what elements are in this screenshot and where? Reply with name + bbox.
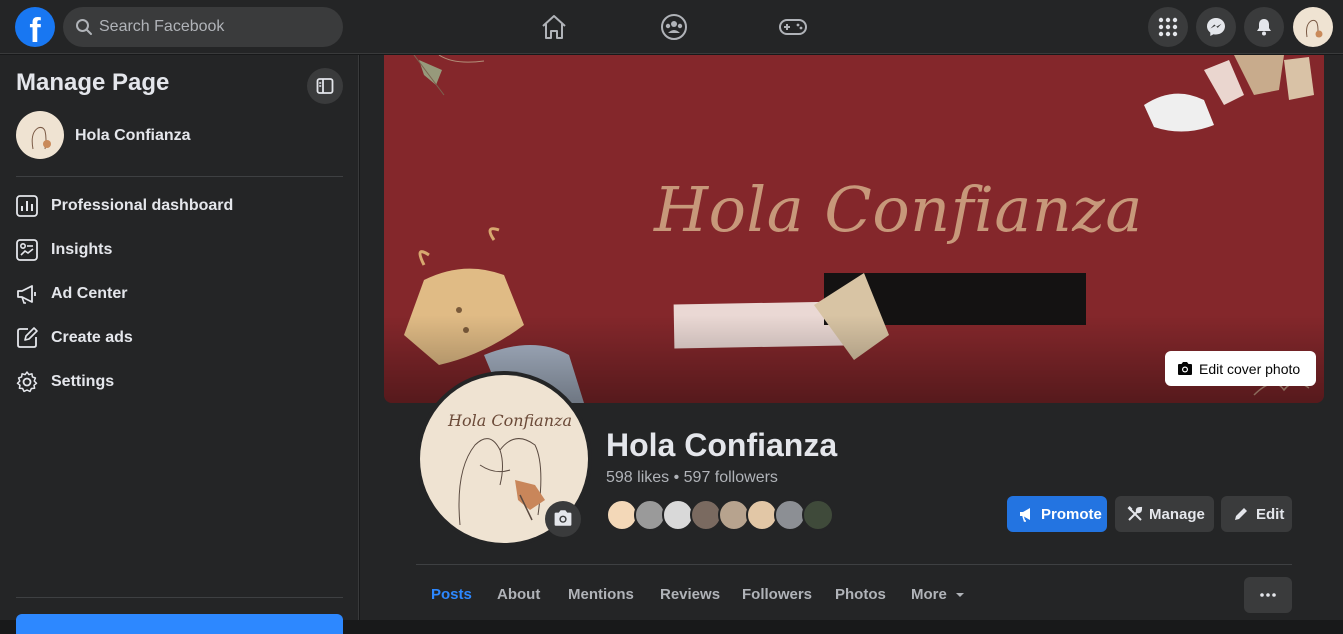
follower-avatars	[606, 499, 846, 533]
page-likes-followers[interactable]: 598 likes • 597 followers	[606, 469, 778, 487]
gear-icon	[16, 371, 38, 393]
top-navigation-bar: f Search Facebook	[0, 0, 1343, 54]
tab-followers[interactable]: Followers	[742, 586, 812, 603]
tab-mentions[interactable]: Mentions	[568, 586, 634, 603]
tab-photos[interactable]: Photos	[835, 586, 886, 603]
edit-cover-label: Edit cover photo	[1199, 361, 1301, 377]
sidebar-item-professional-dashboard[interactable]: Professional dashboard	[8, 184, 348, 228]
facebook-logo-letter: f	[29, 12, 41, 47]
manage-page-sidebar: Manage Page Hola Confianza Professional …	[0, 55, 359, 634]
update-profile-picture-button[interactable]	[545, 501, 581, 537]
pencil-icon	[1235, 508, 1247, 520]
edit-cover-photo-button[interactable]: Edit cover photo	[1165, 351, 1316, 386]
pencil-square-icon	[17, 327, 38, 348]
sidebar-item-label: Settings	[51, 373, 115, 390]
cover-title: Hola Confianza	[654, 173, 1143, 246]
gaming-icon[interactable]	[777, 11, 809, 43]
cover-photo: Hola Confianza Edit cover photo	[384, 55, 1324, 403]
insights-icon	[16, 239, 38, 261]
account-avatar[interactable]	[1293, 7, 1333, 47]
ellipsis-icon	[1260, 593, 1276, 597]
menu-grid-button[interactable]	[1148, 7, 1188, 47]
megaphone-icon	[1020, 508, 1030, 522]
camera-icon	[554, 510, 572, 526]
account-avatar-image	[1306, 19, 1323, 38]
page-title: Hola Confianza	[606, 427, 838, 463]
promote-button[interactable]: Promote	[1007, 496, 1107, 532]
search-icon	[76, 19, 92, 35]
follower-avatar[interactable]	[802, 499, 834, 531]
tab-more[interactable]: More	[911, 586, 965, 603]
home-icon[interactable]	[538, 11, 570, 43]
sidebar-page-name: Hola Confianza	[75, 127, 191, 144]
notifications-icon	[1257, 19, 1271, 36]
sidebar-item-ad-center[interactable]: Ad Center	[8, 272, 348, 316]
sidebar-page-switcher[interactable]: Hola Confianza	[16, 111, 336, 161]
sidebar-toggle-icon	[316, 78, 334, 94]
edit-label: Edit	[1256, 506, 1285, 523]
sidebar-item-create-ads[interactable]: Create ads	[8, 316, 348, 360]
manage-label: Manage	[1149, 506, 1205, 523]
sidebar-item-label: Professional dashboard	[51, 197, 234, 214]
tab-more-label: More	[911, 586, 947, 603]
tab-reviews[interactable]: Reviews	[660, 586, 720, 603]
caret-down-icon	[956, 593, 965, 597]
edit-button[interactable]: Edit	[1221, 496, 1292, 532]
sidebar-item-settings[interactable]: Settings	[8, 360, 348, 404]
sidebar-primary-button[interactable]	[16, 614, 343, 634]
search-input[interactable]: Search Facebook	[63, 7, 343, 47]
tabs-divider	[416, 564, 1292, 565]
page-avatar	[16, 111, 64, 159]
dashboard-icon	[16, 195, 38, 217]
sidebar-item-label: Create ads	[51, 329, 133, 346]
notifications-button[interactable]	[1244, 7, 1284, 47]
tab-about[interactable]: About	[497, 586, 540, 603]
menu-grid-icon	[1158, 17, 1178, 37]
camera-icon	[1178, 362, 1192, 375]
manage-button[interactable]: Manage	[1115, 496, 1214, 532]
tab-posts[interactable]: Posts	[431, 586, 472, 603]
sidebar-item-insights[interactable]: Insights	[8, 228, 348, 272]
main-area: Hola Confianza Edit cover photo Hola Con…	[360, 55, 1343, 620]
sidebar-title: Manage Page	[16, 69, 170, 96]
sidebar-divider	[16, 597, 343, 598]
sidebar-divider	[16, 176, 343, 177]
messenger-button[interactable]	[1196, 7, 1236, 47]
groups-icon[interactable]	[658, 11, 690, 43]
profile-picture-text: Hola Confianza	[448, 411, 572, 430]
megaphone-icon	[17, 285, 36, 304]
messenger-icon	[1207, 18, 1225, 36]
sidebar-item-label: Ad Center	[51, 285, 128, 302]
sidebar-item-label: Insights	[51, 241, 113, 258]
promote-label: Promote	[1041, 506, 1102, 523]
sidebar-collapse-button[interactable]	[307, 68, 343, 104]
more-options-button[interactable]	[1244, 577, 1292, 613]
facebook-logo[interactable]: f	[15, 7, 55, 47]
tools-icon	[1127, 506, 1143, 521]
search-placeholder: Search Facebook	[99, 18, 225, 35]
